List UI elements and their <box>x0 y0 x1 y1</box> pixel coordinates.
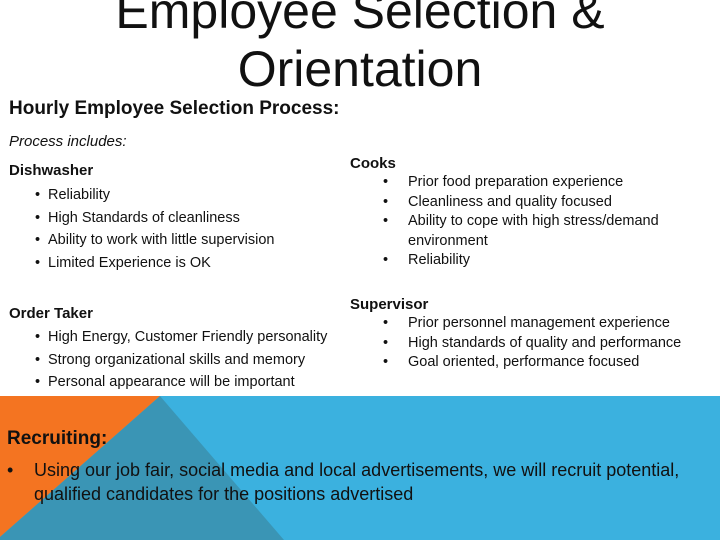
role-order-taker: Order Taker • High Energy, Customer Frien… <box>9 305 327 394</box>
list-item: • Cleanliness and quality focused <box>350 193 680 213</box>
list-item: • Goal oriented, performance focused <box>350 353 681 373</box>
role-requirements: • Reliability • High Standards of cleanlin… <box>9 184 274 274</box>
list-item: • Reliability <box>350 251 680 271</box>
list-item: • Prior personnel management experience <box>350 314 681 334</box>
bullet-icon: • <box>383 213 389 229</box>
list-item: • Personal appearance will be important <box>9 371 327 394</box>
recruiting-title: Recruiting: <box>7 428 108 449</box>
role-dishwasher: Dishwasher • Reliability • High Standards … <box>9 162 274 274</box>
bullet-icon: • <box>383 174 389 190</box>
bullet-icon: • <box>383 334 389 351</box>
role-cooks: Cooks • Prior food preparation experience… <box>350 155 680 271</box>
list-item: • Ability to work with little supervision <box>9 229 274 252</box>
bullet-icon: • <box>35 329 41 345</box>
list-item: • High Energy, Customer Friendly personal… <box>9 326 327 349</box>
bullet-icon: • <box>35 209 41 226</box>
bullet-icon: • <box>7 460 14 480</box>
role-requirements: • Prior personnel management experience •… <box>350 314 681 373</box>
list-item: • High Standards of cleanliness <box>9 207 274 230</box>
role-title: Order Taker <box>9 305 93 322</box>
list-item: • Using our job fair, social media and lo… <box>7 460 680 504</box>
bullet-icon: • <box>383 193 389 210</box>
intro-text: Process includes: <box>9 133 127 150</box>
recruiting-list: • Using our job fair, social media and lo… <box>7 458 707 506</box>
list-item: • Limited Experience is OK <box>9 252 274 275</box>
bullet-icon: • <box>35 351 41 368</box>
role-title: Supervisor <box>350 296 429 313</box>
role-title: Cooks <box>350 155 396 172</box>
role-supervisor: Supervisor • Prior personnel management e… <box>350 296 681 373</box>
bullet-icon: • <box>35 187 41 203</box>
bullet-icon: • <box>383 315 389 331</box>
list-item: • Prior food preparation experience <box>350 173 680 193</box>
role-title: Dishwasher <box>9 162 94 179</box>
bullet-icon: • <box>35 232 41 248</box>
list-item: • Reliability <box>9 184 274 207</box>
bullet-icon: • <box>383 354 389 370</box>
bullet-icon: • <box>35 254 41 271</box>
bullet-icon: • <box>35 374 41 390</box>
slide-title: Employee Selection & Orientation <box>115 0 605 97</box>
role-requirements: • Prior food preparation experience • Clea… <box>350 173 680 271</box>
role-requirements: • High Energy, Customer Friendly personal… <box>9 326 327 394</box>
list-item: • Ability to cope with high stress/demand… <box>383 213 659 249</box>
bullet-icon: • <box>383 252 389 268</box>
list-item: • High standards of quality and performan… <box>350 334 681 354</box>
list-item: • Strong organizational skills and memory <box>9 349 327 372</box>
section-subtitle: Hourly Employee Selection Process: <box>9 98 340 119</box>
